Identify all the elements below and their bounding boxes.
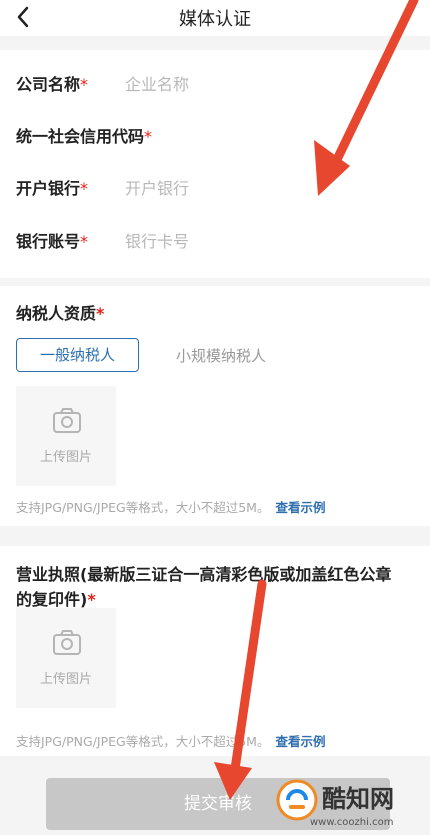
watermark-logo-icon [276,779,318,821]
license-upload-button[interactable]: 上传图片 [16,608,116,708]
account-input[interactable]: 银行卡号 [125,227,405,257]
license-label-line1: 营业执照(最新版三证合一高清彩色版或加盖红色公章 [16,565,392,584]
company-name-label: 公司名称 [16,75,81,94]
required-mark: * [80,179,89,198]
required-mark: * [87,590,96,609]
account-label: 银行账号 [16,232,81,251]
taxpayer-card: 纳税人资质* 一般纳税人 小规模纳税人 上传图片 支持JPG/PNG/JPEG等… [0,286,430,526]
option-small-taxpayer[interactable]: 小规模纳税人 [160,340,282,372]
license-label: 营业执照(最新版三证合一高清彩色版或加盖红色公章 的复印件)* [16,562,391,612]
bank-row: 开户银行* [16,174,88,204]
taxpayer-format-hint: 支持JPG/PNG/JPEG等格式，大小不超过5M。 查看示例 [16,497,325,516]
required-mark: * [80,232,89,251]
credit-code-row[interactable]: 统一社会信用代码* [16,122,152,152]
license-label-line2: 的复印件) [16,590,88,609]
bank-input[interactable]: 开户银行 [125,174,405,204]
page-title: 媒体认证 [179,9,251,30]
credit-code-label: 统一社会信用代码 [16,127,145,146]
view-example-link[interactable]: 查看示例 [275,734,325,749]
license-card: 营业执照(最新版三证合一高清彩色版或加盖红色公章 的复印件)* 上传图片 支持J… [0,546,430,756]
required-mark: * [80,75,89,94]
taxpayer-label-text: 纳税人资质 [16,304,97,323]
hint-text: 支持JPG/PNG/JPEG等格式，大小不超过5M。 [16,500,270,515]
watermark-name: 酷知网 [322,785,394,813]
view-example-link[interactable]: 查看示例 [275,500,325,515]
required-mark: * [144,127,153,146]
license-format-hint: 支持JPG/PNG/JPEG等格式，大小不超过5M。 查看示例 [16,731,325,750]
watermark-url: www.coozhi.com [310,817,394,828]
account-row: 银行账号* [16,227,88,257]
basic-info-card: 公司名称* 企业名称 统一社会信用代码* 开户银行* 开户银行 银行账号* 银行… [0,50,430,278]
camera-icon [53,408,81,433]
taxpayer-upload-button[interactable]: 上传图片 [16,386,116,486]
upload-label: 上传图片 [39,450,92,465]
camera-icon [53,630,81,655]
hint-text: 支持JPG/PNG/JPEG等格式，大小不超过5M。 [16,734,270,749]
watermark: 酷知网 www.coozhi.com [270,775,430,835]
upload-label: 上传图片 [39,672,92,687]
required-mark: * [96,304,105,323]
option-general-taxpayer[interactable]: 一般纳税人 [16,338,139,372]
company-name-row: 公司名称* [16,70,88,100]
header-bar: 媒体认证 [0,0,430,36]
bank-label: 开户银行 [16,179,81,198]
taxpayer-label: 纳税人资质* [16,300,104,324]
company-name-input[interactable]: 企业名称 [125,70,405,100]
